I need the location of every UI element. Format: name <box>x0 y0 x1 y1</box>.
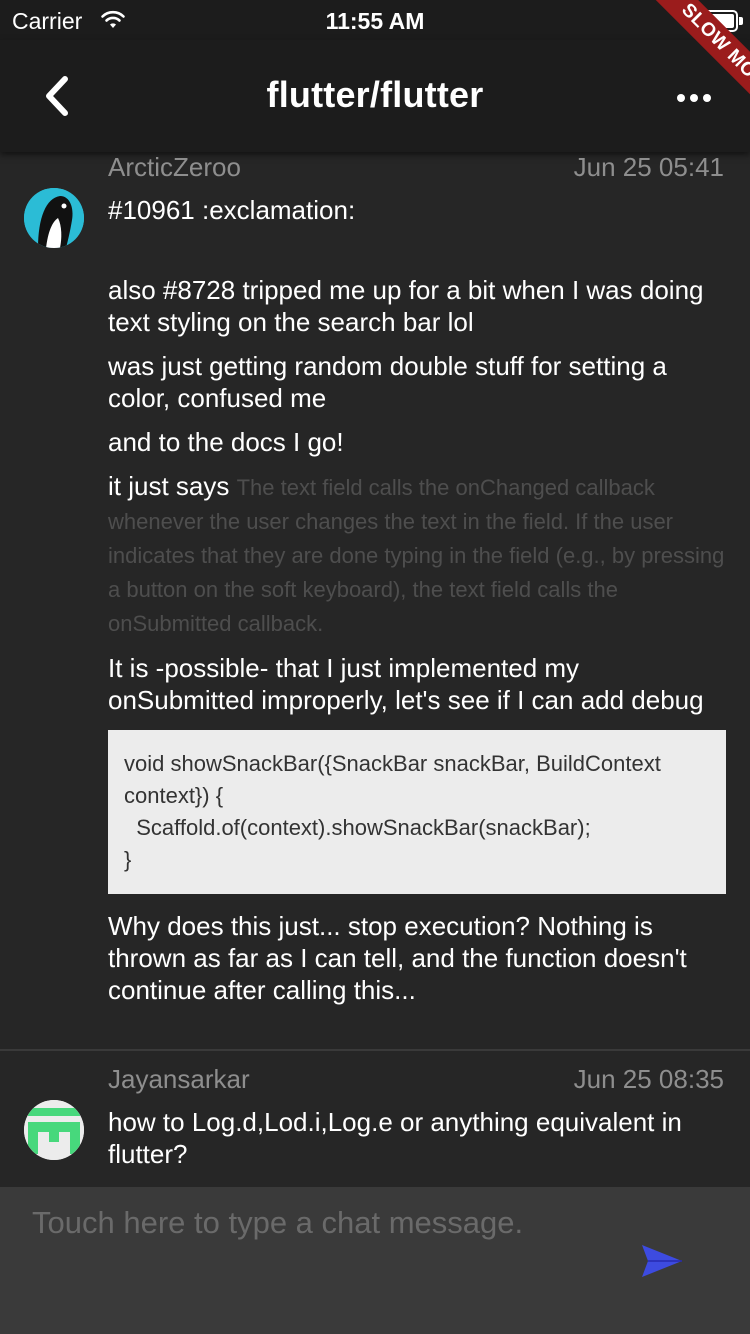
message-line: It is -possible- that I just implemented… <box>108 653 704 715</box>
battery-nub <box>739 17 743 25</box>
send-icon[interactable] <box>638 1241 686 1281</box>
message-timestamp: Jun 25 08:35 <box>573 1064 724 1094</box>
pixel-avatar-icon[interactable] <box>24 1100 84 1160</box>
message-author: ArcticZeroo <box>108 152 241 182</box>
message-timestamp: Jun 25 05:41 <box>573 152 724 182</box>
message-text: it just says <box>108 471 230 501</box>
penguin-icon <box>24 188 84 248</box>
more-dot-icon <box>703 94 711 102</box>
message-body: how to Log.d,Lod.i,Log.e or anything equ… <box>108 1106 728 1182</box>
penguin-avatar-icon[interactable] <box>24 188 84 248</box>
battery-icon <box>690 10 738 32</box>
status-bar: Carrier 11:55 AM <box>0 0 750 40</box>
message-line: Why does this just... stop execution? No… <box>108 911 687 1005</box>
message-line: #10961 :exclamation: <box>108 195 356 225</box>
app-bar: flutter/flutter <box>0 40 750 152</box>
message-line: and to the docs I go! <box>108 427 344 457</box>
more-options-button[interactable] <box>672 78 716 118</box>
message-line: how to Log.d,Lod.i,Log.e or anything equ… <box>108 1107 682 1169</box>
message-divider <box>0 1049 750 1051</box>
code-block: void showSnackBar({SnackBar snackBar, Bu… <box>108 730 726 894</box>
page-title: flutter/flutter <box>266 74 484 115</box>
message-body: #10961 :exclamation: also #8728 tripped … <box>108 194 728 1018</box>
more-dot-icon <box>690 94 698 102</box>
more-dot-icon <box>677 94 685 102</box>
message-line-with-quote: it just says The text field calls the on… <box>108 470 728 640</box>
message-line: also #8728 tripped me up for a bit when … <box>108 275 704 337</box>
message-composer: Touch here to type a chat message. <box>0 1187 750 1334</box>
identicon-icon <box>24 1100 84 1160</box>
message-line: was just getting random double stuff for… <box>108 351 667 413</box>
clock: 11:55 AM <box>325 8 425 34</box>
chat-message-input[interactable]: Touch here to type a chat message. <box>32 1205 612 1241</box>
message-author: Jayansarkar <box>108 1064 250 1094</box>
